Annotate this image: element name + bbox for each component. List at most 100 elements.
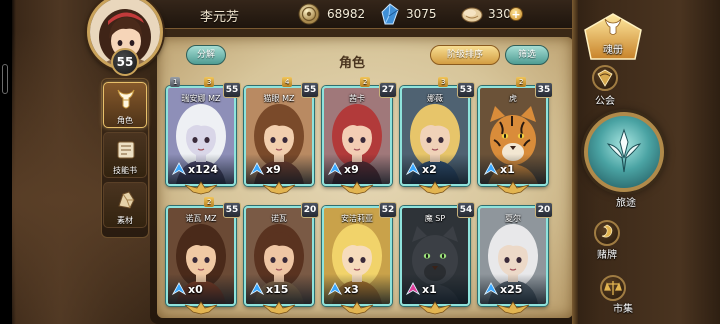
card-count: x1 [500, 163, 515, 176]
market-label: 市集 [613, 304, 633, 315]
card-rank-tag: 2 [516, 77, 527, 87]
card-level-badge: 20 [301, 202, 319, 218]
hero-card[interactable]: 茜卡 x9 2 27 [322, 77, 397, 195]
tab-materials[interactable]: 素材 [103, 182, 147, 228]
tab-characters-label: 角色 [117, 116, 133, 125]
hero-card[interactable]: 娜薇 x2 3 53 [400, 77, 475, 195]
card-star-tag: 1 [170, 77, 181, 87]
guild-button[interactable] [592, 65, 618, 91]
rank-crest-icon [418, 301, 452, 315]
element-icon [171, 162, 187, 176]
crystal-icon [381, 3, 399, 25]
market-icon [604, 281, 622, 295]
card-count: x15 [266, 283, 289, 296]
rank-crest-icon [496, 301, 530, 315]
card-level-badge: 53 [457, 82, 475, 98]
card-count: x1 [422, 283, 437, 296]
soul-book-label: 魂册 [603, 45, 623, 56]
rank-crest-icon [262, 301, 296, 315]
card-level-badge: 55 [301, 82, 319, 98]
card-frame: 虎 x1 [478, 86, 548, 186]
filter-button[interactable]: 筛选 [505, 45, 549, 65]
card-level-badge: 52 [379, 202, 397, 218]
rank-crest-icon [340, 181, 374, 195]
card-count: x9 [344, 163, 359, 176]
element-icon [405, 282, 421, 296]
rank-crest-icon [496, 181, 530, 195]
card-frame: 夏尔 x25 [478, 206, 548, 306]
card-frame: 诺瓦 MZ x0 [166, 206, 236, 306]
element-icon [249, 162, 265, 176]
card-rank-tag: 3 [438, 77, 449, 87]
hero-card[interactable]: 安洁莉亚 x3 52 [322, 202, 397, 315]
page-title: 角色 [338, 56, 365, 71]
element-icon [483, 282, 499, 296]
coin-icon [298, 3, 320, 25]
sort-by-rank-button[interactable]: 阶级排序 [430, 45, 500, 65]
element-icon [171, 282, 187, 296]
hero-card[interactable]: 虎 x1 2 35 [478, 77, 553, 195]
crystal-count: 3075 [406, 7, 437, 21]
card-frame: 娜薇 x2 [400, 86, 470, 186]
element-icon [483, 162, 499, 176]
add-resource-button[interactable]: + [509, 7, 523, 21]
tab-skill-books-label: 技能书 [113, 166, 137, 175]
helmet-icon [117, 89, 135, 109]
card-level-badge: 55 [223, 202, 241, 218]
card-rank-tag: 2 [204, 197, 215, 207]
journey-icon [606, 128, 642, 173]
soul-book-icon [604, 18, 622, 35]
hero-card[interactable]: 诺瓦 MZ x0 2 55 [166, 197, 241, 315]
card-game-label: 赌牌 [597, 250, 617, 261]
hero-card[interactable]: 魔 SP x1 54 [400, 202, 475, 315]
rank-crest-icon [340, 301, 374, 315]
hero-card[interactable]: 瑞安娜 MZ x124 1 3 55 [166, 77, 241, 195]
tab-materials-label: 素材 [117, 216, 133, 225]
card-count: x124 [188, 163, 219, 176]
hero-card[interactable]: 诺瓦 x15 20 [244, 202, 319, 315]
tab-skill-books[interactable]: 技能书 [103, 132, 147, 178]
material-icon [118, 191, 135, 209]
guild-label: 公会 [595, 96, 615, 107]
element-icon [249, 282, 265, 296]
card-frame: 魔 SP x1 [400, 206, 470, 306]
element-icon [405, 162, 421, 176]
card-frame: 安洁莉亚 x3 [322, 206, 392, 306]
rank-crest-icon [418, 181, 452, 195]
element-icon [327, 162, 343, 176]
card-frame: 茜卡 x9 [322, 86, 392, 186]
right-frame-divider [572, 0, 578, 324]
card-count: x2 [422, 163, 437, 176]
card-level-badge: 20 [535, 202, 553, 218]
journey-button[interactable] [584, 112, 664, 192]
player-level-badge: 55 [111, 48, 139, 76]
player-name: 李元芳 [200, 10, 240, 25]
card-level-badge: 54 [457, 202, 475, 218]
market-button[interactable] [600, 275, 626, 301]
hero-card[interactable]: 夏尔 x25 20 [478, 202, 553, 315]
card-rank-tag: 4 [282, 77, 293, 87]
soul-book-button[interactable]: 魂册 [583, 12, 643, 62]
card-rank-tag: 2 [360, 77, 371, 87]
card-level-badge: 35 [535, 82, 553, 98]
guild-icon [597, 69, 613, 87]
card-frame: 诺瓦 x15 [244, 206, 314, 306]
journey-label: 旅途 [616, 198, 636, 209]
rank-crest-icon [262, 181, 296, 195]
tab-characters[interactable]: 角色 [103, 82, 147, 128]
card-level-badge: 55 [223, 82, 241, 98]
card-level-badge: 27 [379, 82, 397, 98]
coin-count: 68982 [327, 7, 366, 21]
card-count: x0 [188, 283, 203, 296]
card-frame: 瑞安娜 MZ x124 [166, 86, 236, 186]
card-game-button[interactable] [594, 220, 620, 246]
element-icon [327, 282, 343, 296]
card-count: x25 [500, 283, 523, 296]
disband-button[interactable]: 分解 [186, 45, 226, 65]
hero-card[interactable]: 猫眼 MZ x9 4 55 [244, 77, 319, 195]
card-game-icon [601, 224, 613, 238]
rank-crest-icon [184, 301, 218, 315]
card-rank-tag: 3 [204, 77, 215, 87]
card-count: x9 [266, 163, 281, 176]
edge-handle[interactable] [2, 64, 8, 94]
